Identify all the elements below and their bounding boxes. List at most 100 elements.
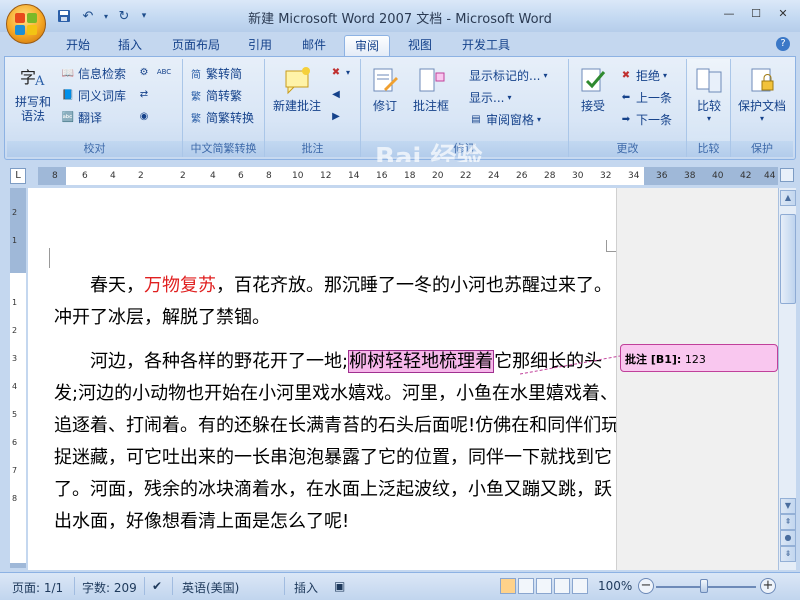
chinese-conversion-button[interactable]: 繁简繁转换	[189, 109, 254, 126]
print-layout-view-icon[interactable]	[500, 578, 516, 594]
word-count-button[interactable]: ABC	[157, 65, 171, 79]
display-label: 显示...	[469, 91, 505, 105]
ruler-tick: 8	[266, 171, 272, 181]
parental-control-button[interactable]: ◉	[137, 109, 151, 123]
research-button[interactable]: 📖 信息检索	[61, 65, 126, 82]
commented-text[interactable]: 柳树轻轻地梳理着	[348, 350, 495, 373]
set-language-button[interactable]: ⇄	[137, 87, 151, 101]
spelling-grammar-button[interactable]: 字A 拼写和 语法	[11, 63, 55, 123]
previous-change-button[interactable]: ⬅ 上一条	[619, 89, 672, 106]
close-button[interactable]: ✕	[770, 3, 796, 23]
track-changes-button[interactable]: 修订	[365, 65, 405, 114]
macro-recording-icon[interactable]: ▣	[334, 579, 345, 593]
scroll-down-icon[interactable]: ▼	[780, 498, 796, 514]
view-ruler-button[interactable]	[780, 168, 794, 182]
zoom-in-icon[interactable]: +	[760, 578, 776, 594]
ruler-tick: 44	[764, 171, 776, 181]
group-comments-label: 批注	[265, 141, 360, 157]
research-label: 信息检索	[78, 67, 127, 81]
comment-balloon[interactable]: 批注 [B1]: 123	[620, 344, 778, 372]
language-status[interactable]: 英语(美国)	[182, 579, 239, 596]
vruler-tick: 4	[12, 382, 18, 391]
reviewing-pane-button[interactable]: ▤ 审阅窗格 ▾	[469, 111, 541, 128]
protect-document-button[interactable]: 保护文档 ▾	[733, 65, 791, 123]
vruler-tick: 3	[12, 354, 18, 363]
ruler-tick: 28	[544, 171, 556, 181]
group-changes-label: 更改	[569, 141, 686, 157]
paragraph-1[interactable]: 春天，万物复苏，百花齐放。那沉睡了一冬的小河也苏醒过来了。冲开了冰层，解脱了禁锢…	[54, 270, 626, 334]
tab-references[interactable]: 引用	[240, 35, 280, 56]
horizontal-ruler[interactable]: 8 6 4 2 2 4 6 8 10 12 14 16 18 20 22 24 …	[38, 167, 778, 185]
draft-view-icon[interactable]	[572, 578, 588, 594]
insert-mode-status[interactable]: 插入	[294, 579, 318, 596]
compare-label: 比较	[696, 99, 721, 113]
vertical-ruler[interactable]: 2 1 1 2 3 4 5 6 7 8	[10, 188, 26, 568]
word-count[interactable]: 字数: 209	[82, 579, 137, 596]
reject-button[interactable]: ✖ 拒绝 ▾	[619, 67, 667, 84]
tab-mailings[interactable]: 邮件	[294, 35, 334, 56]
previous-page-icon[interactable]: ⇞	[780, 514, 796, 530]
vruler-tick: 2	[12, 208, 18, 217]
delete-comment-button[interactable]: ✖ ▾	[329, 65, 350, 79]
previous-comment-button[interactable]: ◀	[329, 87, 343, 101]
para2-text-start: 河边，各种各样的野花开了一地;	[90, 351, 349, 372]
tab-selector-button[interactable]: L	[10, 168, 26, 184]
next-page-icon[interactable]: ⇟	[780, 546, 796, 562]
office-button[interactable]	[6, 4, 46, 44]
group-protect: 保护文档 ▾ 保护	[731, 59, 793, 157]
ruler-tick: 6	[82, 171, 88, 181]
simplified-to-traditional-button[interactable]: 繁简转繁	[189, 87, 242, 104]
maximize-button[interactable]: ☐	[743, 3, 769, 23]
thesaurus-label: 同义词库	[78, 89, 127, 103]
tab-page-layout[interactable]: 页面布局	[164, 35, 228, 56]
language-icon: ⇄	[139, 88, 149, 100]
outline-view-icon[interactable]	[554, 578, 570, 594]
page-count[interactable]: 页面: 1/1	[12, 579, 63, 596]
tab-view[interactable]: 视图	[400, 35, 440, 56]
ruler-tick: 22	[460, 171, 472, 181]
tab-home[interactable]: 开始	[56, 35, 100, 56]
proofing-status-icon[interactable]: ✔	[152, 579, 162, 593]
tab-developer[interactable]: 开发工具	[454, 35, 518, 56]
comment-connector-line	[520, 355, 620, 375]
new-comment-button[interactable]: 新建批注	[269, 65, 325, 114]
next-comment-icon: ▶	[332, 110, 340, 122]
traditional-to-simplified-button[interactable]: 简繁转简	[189, 65, 242, 82]
ruler-tick: 8	[52, 171, 58, 181]
vertical-scrollbar[interactable]: ▲ ▼ ⇞ ● ⇟	[778, 188, 796, 570]
zoom-level[interactable]: 100%	[598, 579, 632, 593]
vruler-tick: 1	[12, 236, 18, 245]
web-layout-view-icon[interactable]	[536, 578, 552, 594]
spelling-icon: 字A	[18, 63, 48, 93]
accept-button[interactable]: 接受	[573, 65, 613, 114]
next-comment-button[interactable]: ▶	[329, 109, 343, 123]
select-browse-object-icon[interactable]: ●	[780, 530, 796, 546]
show-markup-final-dropdown[interactable]: 显示标记的... ▾	[469, 67, 547, 84]
ruler-tick: 42	[740, 171, 752, 181]
help-icon[interactable]: ?	[776, 37, 790, 51]
next-change-button[interactable]: ➡ 下一条	[619, 111, 672, 128]
translate-tip-button[interactable]: ⚙	[137, 65, 151, 79]
document-page[interactable]: 春天，万物复苏，百花齐放。那沉睡了一冬的小河也苏醒过来了。冲开了冰层，解脱了禁锢…	[28, 188, 619, 570]
balloons-button[interactable]: 批注框	[409, 65, 453, 114]
scroll-up-icon[interactable]: ▲	[780, 190, 796, 206]
scroll-thumb[interactable]	[780, 214, 796, 304]
tab-insert[interactable]: 插入	[108, 35, 152, 56]
new-comment-label: 新建批注	[272, 99, 321, 113]
zoom-out-icon[interactable]: −	[638, 578, 654, 594]
tab-review[interactable]: 审阅	[344, 35, 390, 56]
group-proofing-label: 校对	[7, 141, 182, 157]
ruler-tick: 32	[600, 171, 612, 181]
group-changes: 接受 ✖ 拒绝 ▾ ⬅ 上一条 ➡ 下一条 更改	[569, 59, 687, 157]
show-markup-dropdown[interactable]: 显示... ▾	[469, 89, 511, 106]
page-corner-mark	[38, 248, 50, 268]
minimize-button[interactable]: —	[716, 3, 742, 23]
full-screen-reading-view-icon[interactable]	[518, 578, 534, 594]
zoom-slider-thumb[interactable]	[700, 579, 708, 593]
vruler-tick: 2	[12, 326, 18, 335]
compare-button[interactable]: 比较 ▾	[689, 65, 729, 123]
translate-button[interactable]: 🔤 翻译	[61, 109, 102, 126]
thesaurus-button[interactable]: 📘 同义词库	[61, 87, 126, 104]
comment-label: 批注 [B1]:	[625, 353, 682, 366]
comment-text[interactable]: 123	[685, 353, 706, 366]
